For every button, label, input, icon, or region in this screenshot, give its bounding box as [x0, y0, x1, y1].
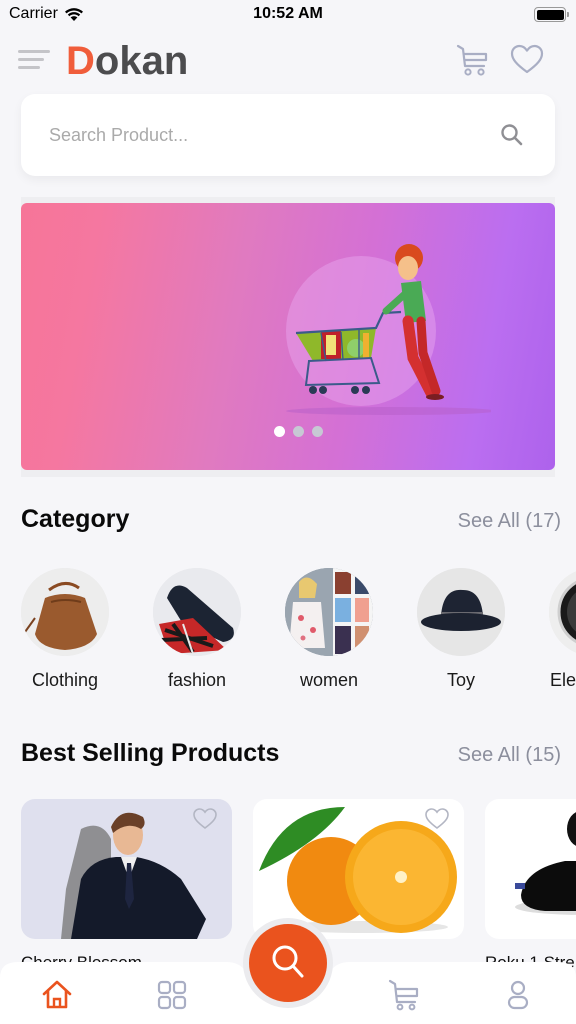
category-image-shoes	[153, 568, 241, 656]
search-icon	[272, 945, 304, 978]
bag-image	[21, 568, 109, 656]
category-see-all-link[interactable]: See All (17)	[458, 510, 561, 533]
women-collage-image	[285, 568, 373, 656]
shoes-image	[153, 568, 241, 656]
logo-text: okan	[94, 39, 189, 83]
category-label: women	[299, 670, 359, 690]
category-image-hat	[417, 568, 505, 656]
category-item-electronics[interactable]: Ele	[543, 568, 576, 691]
category-label: Toy	[446, 670, 475, 690]
carousel-dot-2[interactable]	[292, 426, 304, 437]
carrier-info: Carrier	[9, 5, 84, 23]
carrier-label: Carrier	[9, 5, 58, 22]
best-selling-title: Best Selling Products	[21, 739, 280, 767]
menu-line	[18, 58, 44, 61]
roku-image	[515, 812, 576, 915]
category-image-bag	[21, 568, 109, 656]
product-image-roku	[485, 799, 576, 939]
category-item-women[interactable]: women	[279, 568, 379, 691]
menu-line	[18, 66, 40, 69]
product-card[interactable]: Cherry Blossom	[21, 799, 232, 973]
wishlist-heart-icon[interactable]	[424, 807, 450, 831]
category-label: fashion	[167, 670, 227, 690]
cart-icon[interactable]	[455, 42, 491, 78]
wishlist-heart-icon[interactable]	[192, 807, 218, 831]
carousel-dot-1[interactable]	[273, 426, 285, 437]
best-selling-see-all-link[interactable]: See All (15)	[458, 744, 561, 767]
category-title: Category	[21, 505, 130, 533]
search-fab-button[interactable]	[249, 924, 327, 1002]
cart-icon[interactable]	[387, 978, 421, 1012]
hamburger-menu-icon[interactable]	[18, 48, 50, 72]
home-icon[interactable]	[40, 978, 74, 1012]
wifi-icon	[64, 7, 83, 21]
app-header: Dokan	[0, 36, 576, 86]
status-bar: Carrier 10:52 AM	[0, 0, 576, 30]
search-input[interactable]	[49, 94, 489, 176]
hat-image	[417, 568, 505, 656]
watch-image	[549, 568, 576, 656]
product-card[interactable]: Roku 1 Stre	[485, 799, 576, 973]
battery-tip	[567, 12, 569, 17]
category-item-fashion[interactable]: fashion	[147, 568, 247, 691]
heart-icon[interactable]	[510, 44, 544, 76]
carousel-dot-3[interactable]	[311, 426, 323, 437]
battery-level	[536, 9, 564, 20]
search-icon[interactable]	[499, 122, 525, 148]
search-bar	[21, 94, 555, 176]
product-image-orange	[253, 799, 464, 939]
logo-initial: D	[66, 39, 95, 83]
category-label: Ele	[550, 670, 576, 690]
menu-line	[18, 50, 50, 53]
category-image-watch	[549, 568, 576, 656]
category-image-women	[285, 568, 373, 656]
shopping-cart-illustration	[286, 244, 491, 415]
category-list: Clothing fashion women Toy Ele	[0, 568, 576, 698]
category-item-clothing[interactable]: Clothing	[15, 568, 115, 691]
carousel-dots	[21, 426, 555, 437]
category-item-toy[interactable]: Toy	[411, 568, 511, 691]
status-time: 10:52 AM	[253, 5, 323, 22]
dokan-logo: Dokan	[66, 38, 188, 84]
battery-icon	[534, 7, 569, 22]
product-image-suit	[21, 799, 232, 939]
user-icon[interactable]	[501, 978, 535, 1012]
category-label: Clothing	[31, 670, 99, 690]
categories-grid-icon[interactable]	[155, 978, 189, 1012]
home-screen: Carrier 10:52 AM Dokan Search Product...…	[0, 0, 576, 1024]
promo-banner[interactable]	[21, 203, 555, 470]
